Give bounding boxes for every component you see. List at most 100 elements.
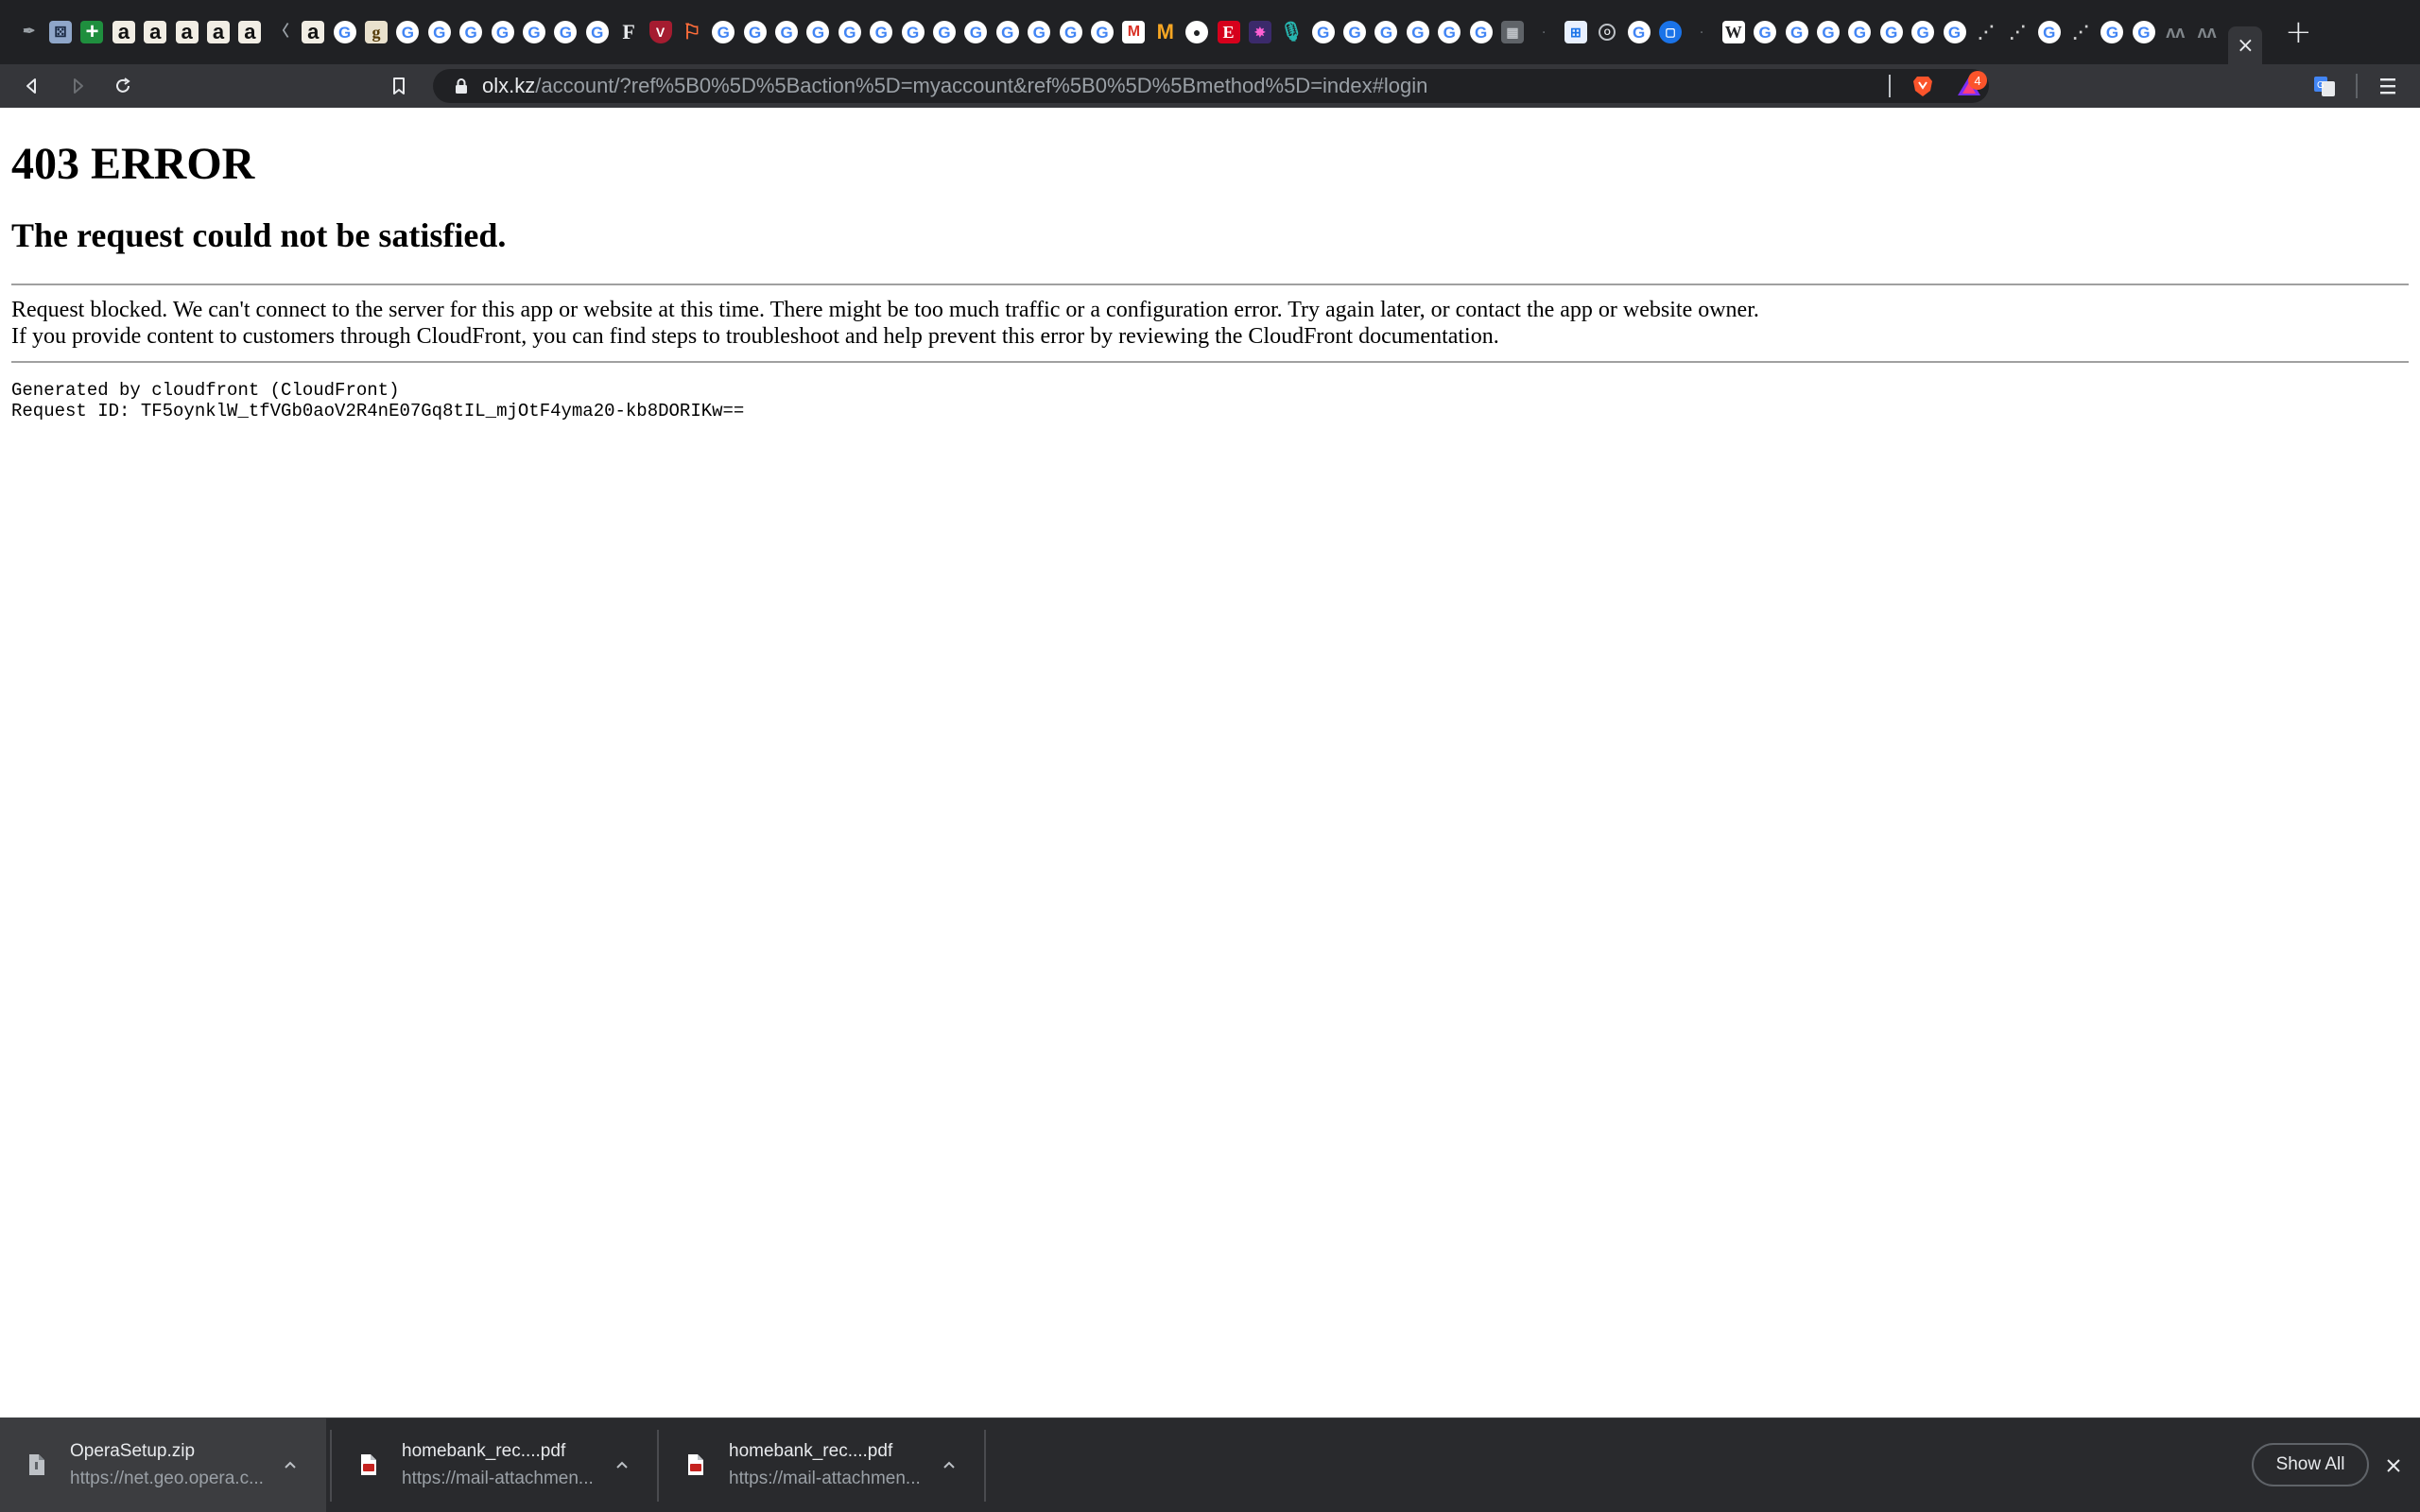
tab[interactable]: G (581, 0, 613, 64)
lock-icon[interactable] (452, 77, 471, 95)
reload-button[interactable] (108, 71, 138, 101)
tab[interactable]: M (1150, 0, 1181, 64)
tab[interactable]: G (518, 0, 549, 64)
tab[interactable]: G (1086, 0, 1117, 64)
tab[interactable]: M (1118, 0, 1150, 64)
tab[interactable]: G (1939, 0, 1970, 64)
tab[interactable]: G (960, 0, 992, 64)
tab[interactable]: G (424, 0, 455, 64)
tab[interactable]: G (708, 0, 739, 64)
tab[interactable]: E (1213, 0, 1244, 64)
tab[interactable]: G (1402, 0, 1433, 64)
tab[interactable]: G (834, 0, 865, 64)
tab[interactable]: ✸ (1244, 0, 1275, 64)
tab[interactable]: a (234, 0, 266, 64)
tab[interactable]: G (487, 0, 518, 64)
tab[interactable]: · (1686, 0, 1718, 64)
tab[interactable]: a (202, 0, 233, 64)
google-icon: G (1848, 21, 1872, 43)
google-icon: G (1879, 21, 1903, 43)
tab[interactable]: W (1718, 0, 1749, 64)
tab[interactable]: G (329, 0, 360, 64)
tab[interactable]: G (2097, 0, 2128, 64)
tab[interactable]: G (803, 0, 834, 64)
tab[interactable]: G (1844, 0, 1876, 64)
tab[interactable]: G (897, 0, 928, 64)
google-icon: G (2037, 21, 2061, 43)
tab[interactable]: G (1812, 0, 1843, 64)
menu-icon[interactable] (2375, 74, 2401, 98)
tab[interactable]: ✒ (13, 0, 44, 64)
google-icon: G (1469, 21, 1493, 43)
download-item[interactable]: OperaSetup.zip https://net.geo.opera.c..… (0, 1418, 326, 1512)
tab[interactable]: G (1434, 0, 1465, 64)
tab[interactable]: G (1907, 0, 1938, 64)
forward-arrow-icon (74, 78, 83, 94)
tab[interactable]: G (392, 0, 424, 64)
new-tab-button[interactable]: + (2279, 13, 2317, 51)
chevron-up-icon[interactable] (939, 1454, 959, 1475)
tab[interactable]: G (1465, 0, 1496, 64)
google-icon: G (2132, 21, 2155, 43)
tab[interactable]: G (1876, 0, 1907, 64)
tab[interactable]: F (613, 0, 644, 64)
tab[interactable]: a (108, 0, 139, 64)
translate-icon[interactable]: G (2312, 74, 2337, 98)
url-text[interactable]: olx.kz/account/?ref%5B0%5D%5Baction%5D=m… (482, 69, 1427, 103)
tab[interactable]: ▦ (1496, 0, 1528, 64)
bookmark-button[interactable] (384, 71, 414, 101)
show-all-button[interactable]: Show All (2252, 1443, 2369, 1486)
tab[interactable]: G (1371, 0, 1402, 64)
tab[interactable]: ʌʌ (2160, 0, 2191, 64)
tab[interactable]: G (992, 0, 1023, 64)
tab[interactable]: G (2128, 0, 2159, 64)
tab[interactable]: G (1623, 0, 1654, 64)
tab[interactable]: ● (1181, 0, 1212, 64)
tab[interactable]: V (645, 0, 676, 64)
tab[interactable]: G (1781, 0, 1812, 64)
chevron-up-icon[interactable] (612, 1454, 632, 1475)
tab[interactable]: a (298, 0, 329, 64)
tab[interactable]: a (171, 0, 202, 64)
tab[interactable]: ▢ (1654, 0, 1685, 64)
tab[interactable]: 〈 (266, 0, 297, 64)
tab[interactable]: G (770, 0, 802, 64)
tab[interactable]: ⋰ (1970, 0, 2001, 64)
tab[interactable]: ⚄ (44, 0, 76, 64)
tab[interactable]: a (140, 0, 171, 64)
tab[interactable]: O (1592, 0, 1623, 64)
back-button[interactable] (17, 71, 47, 101)
active-tab[interactable]: × (2228, 26, 2263, 64)
tab[interactable]: G (1339, 0, 1370, 64)
tab[interactable]: g (360, 0, 391, 64)
tab[interactable]: G (455, 0, 486, 64)
forward-button[interactable] (62, 71, 93, 101)
google-icon: G (1374, 21, 1398, 43)
download-item[interactable]: homebank_rec....pdf https://mail-attachm… (659, 1418, 985, 1512)
tab[interactable]: G (1307, 0, 1339, 64)
tab[interactable]: G (928, 0, 959, 64)
tab[interactable]: G (2033, 0, 2065, 64)
tab[interactable]: 🎙 (1276, 0, 1307, 64)
download-item[interactable]: homebank_rec....pdf https://mail-attachm… (332, 1418, 658, 1512)
chevron-up-icon[interactable] (280, 1454, 301, 1475)
tab[interactable]: G (1749, 0, 1780, 64)
tab[interactable]: G (1055, 0, 1086, 64)
brave-shields-icon[interactable] (1910, 73, 1936, 99)
tab[interactable]: G (550, 0, 581, 64)
tab[interactable]: ⚐ (676, 0, 707, 64)
tab[interactable]: + (77, 0, 108, 64)
tab[interactable]: · (1529, 0, 1560, 64)
tab[interactable]: G (739, 0, 770, 64)
google-icon: G (1059, 21, 1082, 43)
close-tab-icon[interactable]: × (2237, 34, 2254, 58)
grid-icon: ⊞ (1564, 21, 1587, 43)
address-bar[interactable]: olx.kz/account/?ref%5B0%5D%5Baction%5D=m… (433, 69, 1989, 103)
tab[interactable]: G (866, 0, 897, 64)
tab[interactable]: G (1024, 0, 1055, 64)
tab[interactable]: ⋰ (2002, 0, 2033, 64)
tab[interactable]: ʌʌ (2191, 0, 2222, 64)
close-icon[interactable] (2382, 1454, 2405, 1477)
tab[interactable]: ⊞ (1560, 0, 1591, 64)
tab[interactable]: ⋰ (2065, 0, 2096, 64)
